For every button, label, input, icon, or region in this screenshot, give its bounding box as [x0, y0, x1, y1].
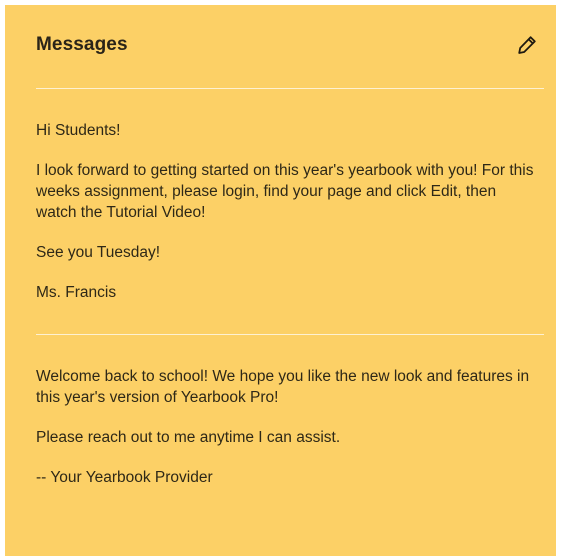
panel-header: Messages — [36, 34, 541, 64]
edit-button[interactable] — [516, 34, 538, 56]
message-provider: Welcome back to school! We hope you like… — [36, 366, 536, 488]
message-greeting: Hi Students! — [36, 122, 121, 139]
message-body: Welcome back to school! We hope you like… — [36, 368, 530, 406]
pencil-icon — [516, 34, 538, 56]
message-body: I look forward to getting started on thi… — [36, 162, 534, 221]
message-divider — [36, 334, 544, 335]
message-signature: Ms. Francis — [36, 284, 117, 301]
panel-title: Messages — [36, 34, 128, 55]
messages-panel: Messages Hi Students! I look forward to … — [5, 5, 556, 556]
message-body: Please reach out to me anytime I can ass… — [36, 429, 341, 446]
message-teacher: Hi Students! I look forward to getting s… — [36, 120, 536, 303]
message-closing: See you Tuesday! — [36, 244, 161, 261]
message-signature: -- Your Yearbook Provider — [36, 469, 213, 486]
header-divider — [36, 88, 544, 89]
